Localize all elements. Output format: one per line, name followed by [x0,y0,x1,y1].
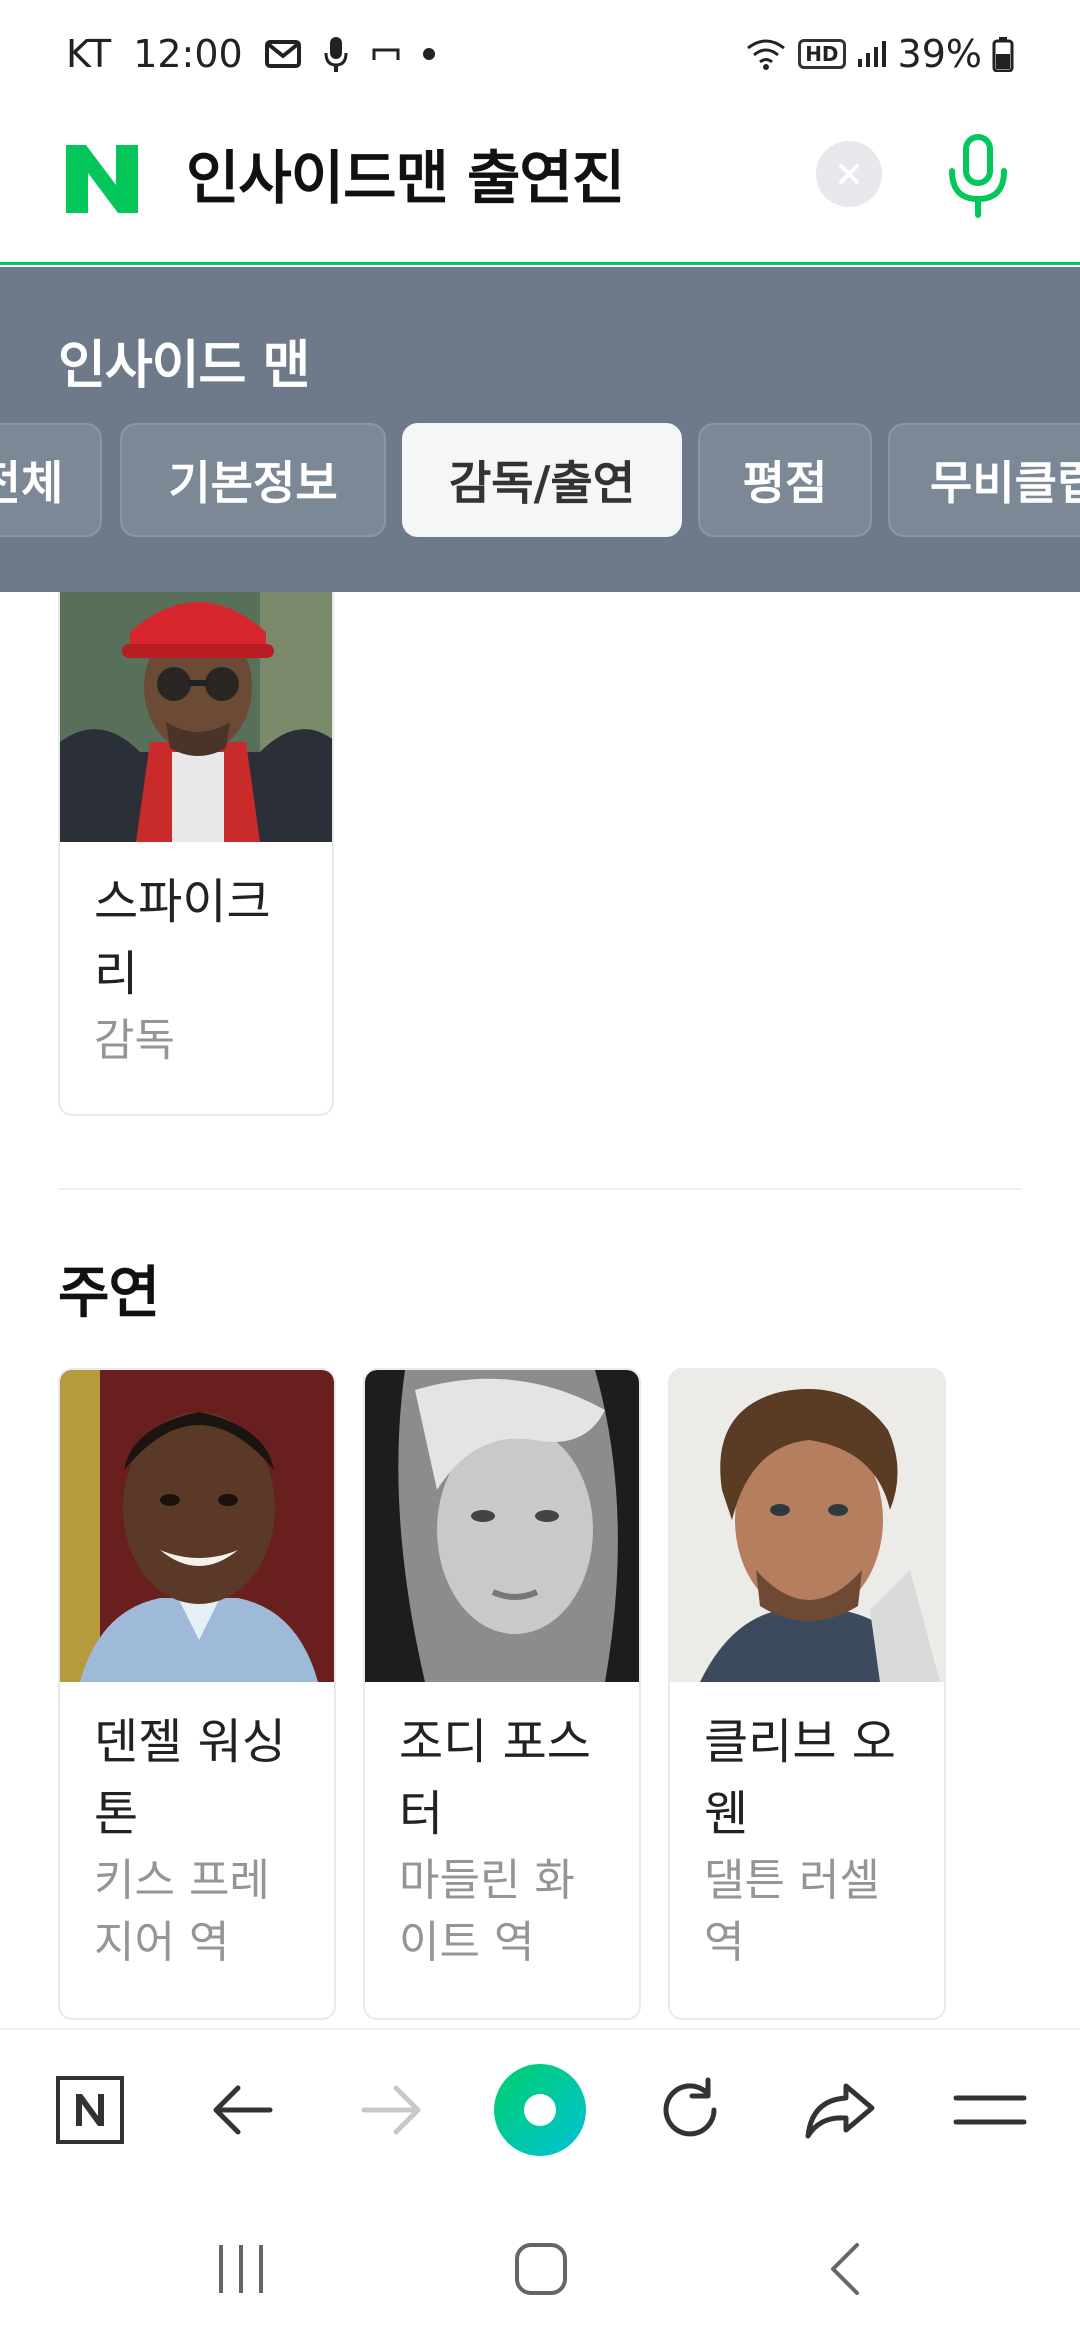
share-icon [805,2083,875,2139]
naver-home-icon [56,2076,124,2144]
cast-card[interactable]: 덴젤 워싱톤 키스 프레지어 역 [58,1368,336,2020]
back-button[interactable] [194,2062,290,2158]
cast-role: 키스 프레지어 역 [94,1855,270,1968]
movie-tabs: 전체 기본정보 감독/출연 평점 무비클립 [0,423,1080,539]
recent-apps-button[interactable] [196,2224,286,2314]
search-query-text[interactable]: 인사이드맨 출연진 [186,135,625,221]
mic-icon [323,35,349,73]
voice-search-button[interactable] [940,127,1016,223]
wifi-icon [744,36,788,72]
director-name: 스파이크 리 [94,874,271,1002]
director-photo [60,592,332,842]
movie-info-panel: 인사이드 맨 전체 기본정보 감독/출연 평점 무비클립 [0,267,1080,592]
microphone-icon [949,134,1007,218]
status-right: HD 39% [744,28,1014,80]
cast-name: 조디 포스터 [399,1714,591,1842]
director-role: 감독 [94,1015,175,1066]
hd-icon: HD [798,39,846,69]
menu-button[interactable] [942,2062,1038,2158]
movie-title: 인사이드 맨 [58,336,310,396]
battery-icon [992,36,1014,72]
search-header: 인사이드맨 출연진 [0,105,1080,265]
cast-name: 덴젤 워싱톤 [94,1714,286,1842]
tab-basic-info[interactable]: 기본정보 [120,423,386,537]
forward-arrow-icon [361,2085,421,2135]
clear-search-button[interactable] [816,141,882,207]
status-bar: KT 12:00 HD 39% [0,0,1080,105]
mail-icon [264,40,301,68]
menu-icon [953,2095,1027,2125]
tab-director-cast[interactable]: 감독/출연 [402,423,682,537]
back-nav-button[interactable] [800,2224,890,2314]
green-dot-icon [494,2064,586,2156]
browser-toolbar [0,2028,1080,2188]
cast-card[interactable]: 조디 포스터 마들린 화이트 역 [363,1368,641,2020]
dot-icon [422,48,435,60]
naver-home-button[interactable] [42,2062,138,2158]
signal-icon [856,39,888,69]
refresh-button[interactable] [642,2062,738,2158]
battery-percent: 39% [897,32,982,76]
status-left: KT 12:00 [66,28,435,80]
naver-logo[interactable] [62,139,142,219]
refresh-icon [663,2077,717,2137]
back-arrow-icon [213,2085,273,2135]
forward-button[interactable] [344,2062,440,2158]
tab-movie-clip[interactable]: 무비클립 [888,423,1080,537]
recent-apps-icon [219,2245,263,2293]
cast-photo [670,1370,944,1682]
cast-section-title: 주연 [58,1261,160,1326]
cast-name: 클리브 오웬 [704,1714,896,1842]
cast-role: 댈튼 러셀 역 [704,1855,880,1968]
section-divider [58,1188,1022,1190]
back-icon [831,2243,859,2295]
clock: 12:00 [133,32,243,76]
director-card[interactable]: 스파이크 리 감독 [58,592,334,1116]
system-nav-bar [0,2188,1080,2340]
tab-rating[interactable]: 평점 [698,423,872,537]
page: KT 12:00 HD 39% 인사이드맨 출연진 인사이드 맨 체 기본정보 … [0,0,1080,2340]
carrier-label: KT [66,32,112,76]
home-icon [515,2243,567,2295]
cast-role: 마들린 화이트 역 [399,1855,575,1968]
cast-card[interactable]: 클리브 오웬 댈튼 러셀 역 [668,1368,946,2020]
tab-all[interactable]: 전체 [0,423,102,537]
home-button[interactable] [496,2224,586,2314]
green-dot-button[interactable] [492,2062,588,2158]
close-icon [839,164,859,184]
cast-photo [365,1370,639,1682]
voicemail-icon [371,44,401,64]
share-button[interactable] [792,2062,888,2158]
cast-photo [60,1370,334,1682]
